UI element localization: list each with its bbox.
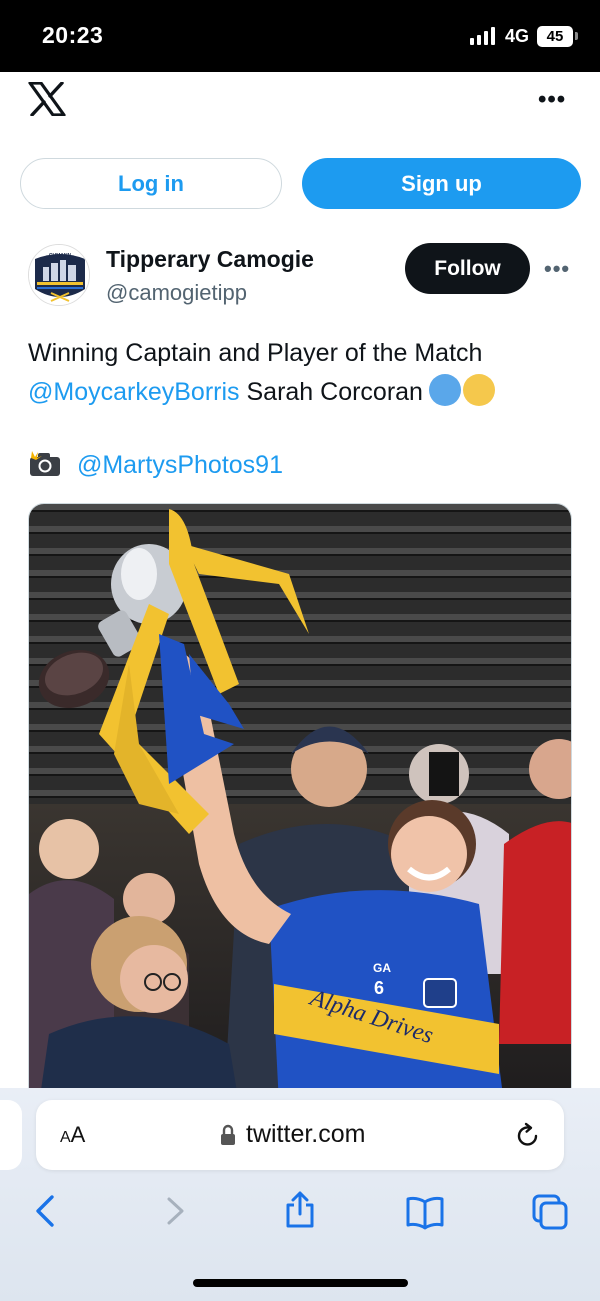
yellow-circle-emoji-icon <box>462 374 495 406</box>
mention-link[interactable]: @MoycarkeyBorris <box>28 378 240 406</box>
back-icon[interactable] <box>26 1191 66 1231</box>
tweet-text-name: Sarah Corcoran <box>246 378 423 406</box>
cellular-signal-icon <box>470 27 495 45</box>
trophy-celebration-photo: Alpha Drives 6 GA <box>29 504 571 1102</box>
forward-icon[interactable] <box>155 1191 195 1231</box>
author-name[interactable]: Tipperary Camogie <box>106 246 314 273</box>
tabs-icon[interactable] <box>530 1192 570 1232</box>
jersey-brand: GA <box>373 961 391 975</box>
login-button[interactable]: Log in <box>20 158 282 209</box>
network-type: 4G <box>505 26 530 46</box>
photo-credit-line: @MartysPhotos91 <box>28 446 283 485</box>
battery-tip <box>575 32 578 40</box>
home-indicator <box>193 1279 408 1287</box>
jersey-number: 6 <box>374 978 384 998</box>
status-bar: 20:23 4G 45 <box>0 0 600 72</box>
tweet-text: Winning Captain and Player of the Match … <box>28 334 578 412</box>
svg-text:CUMANN: CUMANN <box>49 253 72 259</box>
reload-icon[interactable] <box>514 1122 542 1150</box>
camera-flash-icon <box>30 451 60 476</box>
photographer-mention-link[interactable]: @MartysPhotos91 <box>77 451 283 479</box>
blue-circle-emoji-icon <box>428 374 461 406</box>
status-time: 20:23 <box>42 22 104 48</box>
follow-button[interactable]: Follow <box>405 243 530 294</box>
tweet-text-line1: Winning Captain and Player of the Match <box>28 339 483 367</box>
lock-icon <box>221 1124 235 1145</box>
bookmarks-icon[interactable] <box>405 1192 445 1232</box>
address-bar[interactable]: AA twitter.com <box>36 1100 564 1170</box>
author-handle[interactable]: @camogietipp <box>106 280 247 306</box>
battery-icon: 45 <box>537 26 573 47</box>
twitter-mobile-page: 20:23 4G 45 ••• Log in Sign up CUMANN Ti… <box>0 0 600 1301</box>
x-logo-icon[interactable] <box>28 82 66 116</box>
share-icon[interactable] <box>280 1190 320 1230</box>
tweet-photo[interactable]: Alpha Drives 6 GA <box>28 503 572 1103</box>
signup-button[interactable]: Sign up <box>302 158 581 209</box>
avatar[interactable]: CUMANN <box>28 244 90 306</box>
more-options-icon[interactable]: ••• <box>538 86 566 114</box>
tweet-more-icon[interactable]: ••• <box>544 256 570 282</box>
text-size-button[interactable]: AA <box>60 1122 85 1148</box>
tipperary-crest-icon: CUMANN <box>29 245 89 305</box>
url-text[interactable]: twitter.com <box>246 1120 365 1149</box>
previous-tab-edge[interactable] <box>0 1100 22 1170</box>
